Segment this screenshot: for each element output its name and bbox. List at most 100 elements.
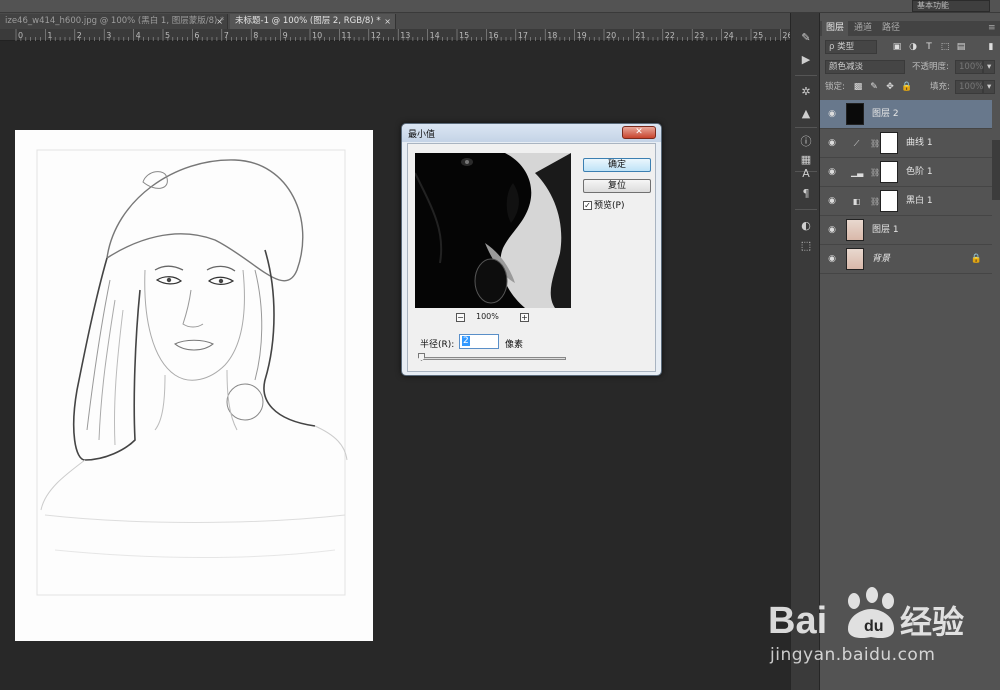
layer-row[interactable]: ◉ ⟋ ⛓ 曲线 1 [820,129,992,158]
filter-type-icon[interactable]: T [924,41,934,53]
visibility-eye-icon[interactable]: ◉ [824,216,840,245]
ruler-label: 20 [606,31,616,40]
fill-dropdown-icon[interactable]: ▾ [983,80,995,94]
radius-slider-track[interactable] [420,357,566,360]
visibility-eye-icon[interactable]: ◉ [824,100,840,129]
layer-row[interactable]: ◉ ▁▃ ⛓ 色阶 1 [820,158,992,187]
ruler-label: 21 [635,31,645,40]
tab-label: ize46_w414_h600.jpg @ 100% (黑白 1, 图层蒙版/8… [5,16,225,26]
ruler-label: 10 [312,31,322,40]
lock-position-icon[interactable]: ✥ [885,81,895,93]
tab-paths[interactable]: 路径 [878,21,904,36]
tab-channels[interactable]: 通道 [850,21,876,36]
tab-layers[interactable]: 图层 [822,21,849,36]
actions-play-icon[interactable]: ▶ [798,53,814,67]
ruler-label: 6 [194,31,199,40]
layer-mask-thumbnail[interactable] [880,190,898,212]
filter-adjustment-icon[interactable]: ◑ [908,41,918,53]
reset-button[interactable]: 复位 [583,179,651,193]
paragraph-icon[interactable]: ¶ [798,187,814,201]
visibility-eye-icon[interactable]: ◉ [824,187,840,216]
ruler-label: 9 [283,31,288,40]
layer-row[interactable]: ◉ 图层 2 [820,100,992,129]
styles-icon[interactable]: ⬚ [798,239,814,253]
layer-row[interactable]: ◉ 图层 1 [820,216,992,245]
paw-icon: Bai du 经验 [768,587,964,642]
horizontal-ruler: 0 1 2 3 4 5 6 7 8 9 10 11 12 13 14 15 16 17 18 19 20 21 22 23 24… [0,29,790,41]
sketch-portrait-image [36,149,348,596]
lock-all-icon[interactable]: 🔒 [901,81,912,93]
close-icon[interactable]: × [216,14,223,29]
zoom-out-button[interactable]: − [456,313,465,322]
ruler-label: 17 [518,31,528,40]
blend-mode-select[interactable]: 颜色减淡 [825,60,905,74]
layer-mask-thumbnail[interactable] [880,161,898,183]
preview-zoom-controls: − 100% + [456,312,536,324]
layer-thumbnail [846,248,864,270]
dialog-titlebar[interactable]: 最小值 ✕ [402,124,661,142]
black-white-adjustment-icon: ◧ [852,197,861,206]
zoom-in-button[interactable]: + [520,313,529,322]
ruler-label: 19 [577,31,587,40]
link-chain-icon[interactable]: ⛓ [870,158,880,187]
minimum-filter-dialog: 最小值 ✕ − 100% + 确定 复位 ✓ 预览(P) 半径(R): 2 像素 [401,123,662,376]
svg-text:du: du [864,618,884,635]
workspace-switcher[interactable]: 基本功能 [912,0,990,12]
close-icon[interactable]: × [384,14,391,29]
layer-name: 图层 1 [872,225,899,235]
fill-input[interactable]: 100% [955,80,983,94]
panel-menu-icon[interactable]: ≡ [984,21,1000,36]
history-brush-icon[interactable]: ✎ [798,31,814,45]
swatches-icon[interactable]: ▦ [798,153,814,167]
baidu-jingyan-logo: Bai du 经验 [768,585,1000,645]
lock-transparent-icon[interactable]: ▩ [853,81,863,93]
info-icon[interactable]: ⓘ [798,135,814,149]
ruler-ticks: 0 1 2 3 4 5 6 7 8 9 10 11 12 13 14 15 16 17 18 19 20 21 22 23 24… [15,29,790,41]
ruler-label: 13 [400,31,410,40]
divider [795,127,817,128]
filter-pixel-icon[interactable]: ▣ [892,41,902,53]
layer-thumbnail [846,219,864,241]
lock-pixels-icon[interactable]: ✎ [869,81,879,93]
preview-checkbox[interactable]: ✓ 预览(P) [583,201,624,212]
radius-input[interactable]: 2 [459,334,499,349]
ruler-label: 18 [547,31,557,40]
visibility-eye-icon[interactable]: ◉ [824,245,840,274]
layer-filter-select[interactable]: ρ 类型 [825,40,877,54]
layer-row[interactable]: ◉ 背景 🔒 [820,245,992,274]
options-bar: 基本功能 [0,0,1000,13]
panel-tabs: 图层 通道 路径 ≡ [820,21,1000,36]
filter-smartobject-icon[interactable]: ▤ [956,41,966,53]
levels-adjustment-icon: ▁▃ [851,168,864,177]
layer-row[interactable]: ◉ ◧ ⛓ 黑白 1 [820,187,992,216]
ruler-label: 8 [253,31,258,40]
close-button[interactable]: ✕ [622,126,656,139]
character-icon[interactable]: A [798,167,814,181]
tab-document-2[interactable]: 未标题-1 @ 100% (图层 2, RGB/8) * × [230,14,396,29]
tab-document-1[interactable]: ize46_w414_h600.jpg @ 100% (黑白 1, 图层蒙版/8… [0,14,228,29]
adjustments-icon[interactable]: ◐ [798,219,814,233]
ruler-label: 22 [665,31,675,40]
filter-toggle-icon[interactable]: ▮ [986,41,996,53]
layer-thumbnail [846,103,864,125]
fill-label: 填充: [930,82,950,92]
ruler-label: 16 [488,31,498,40]
visibility-eye-icon[interactable]: ◉ [824,158,840,187]
visibility-eye-icon[interactable]: ◉ [824,129,840,158]
opacity-dropdown-icon[interactable]: ▾ [983,60,995,74]
link-chain-icon[interactable]: ⛓ [870,129,880,158]
opacity-label: 不透明度: [912,62,949,72]
filter-shape-icon[interactable]: ⬚ [940,41,950,53]
panel-scrollbar[interactable] [992,140,1000,200]
document-canvas[interactable] [15,130,373,641]
ruler-label: 2 [77,31,82,40]
ok-button[interactable]: 确定 [583,158,651,172]
layer-mask-thumbnail[interactable] [880,132,898,154]
divider [795,75,817,76]
histogram-icon[interactable]: ▲ [798,107,814,121]
filter-preview[interactable] [415,153,571,308]
link-chain-icon[interactable]: ⛓ [870,187,880,216]
opacity-input[interactable]: 100% [955,60,983,74]
navigator-icon[interactable]: ✲ [798,85,814,99]
divider [795,209,817,210]
